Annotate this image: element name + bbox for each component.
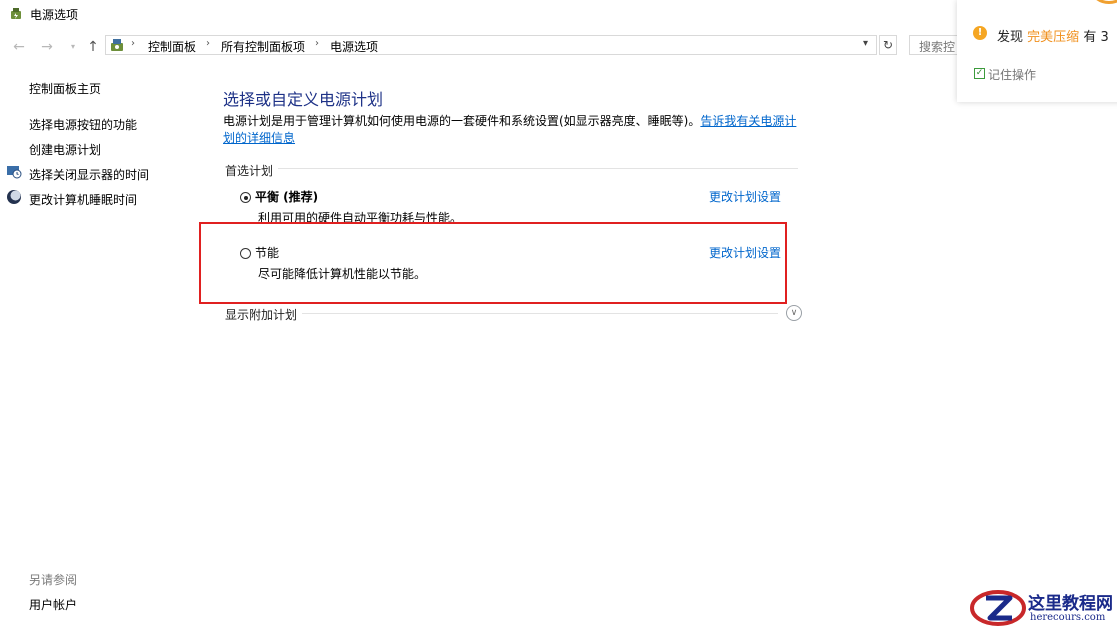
watermark-url: herecours.com [1030,612,1106,623]
refresh-button[interactable]: ↻ [879,35,897,55]
see-also-label: 另请参阅 [29,573,78,587]
page-title: 选择或自定义电源计划 [223,90,384,109]
page-description: 电源计划是用于管理计算机如何使用电源的一套硬件和系统设置(如显示器亮度、睡眠等)… [223,114,797,145]
moon-icon [7,190,21,204]
address-dropdown-icon[interactable]: ▾ [863,38,868,49]
back-button[interactable]: ← [10,38,28,56]
chevron-down-icon: ▾ [70,42,75,51]
radio-selected-dot [243,195,248,200]
notification-popup: ! 发现 完美压缩 有 3 ✓ 记住操作 [957,0,1117,102]
refresh-icon: ↻ [882,38,894,52]
watermark: 这里教程网 herecours.com [968,586,1117,630]
control-panel-icon [111,39,123,51]
arrow-left-icon: ← [13,39,25,55]
see-also-user-accounts[interactable]: 用户帐户 [29,596,77,613]
sidebar-item-sleep-time[interactable]: 更改计算机睡眠时间 [29,191,137,208]
show-additional-plans-label[interactable]: 显示附加计划 [225,306,297,323]
title-bar: 电源选项 [0,0,1117,30]
plan-balanced-name[interactable]: 平衡 (推荐) [255,188,318,205]
check-icon: ✓ [975,68,984,78]
watermark-title: 这里教程网 [1028,594,1113,614]
up-button[interactable]: ↑ [84,38,102,56]
expand-additional-plans-button[interactable]: ∨ [786,305,802,321]
popup-message: 发现 完美压缩 有 3 [997,30,1109,45]
section-divider [278,168,798,169]
breadcrumb-control-panel[interactable]: 控制面板 [148,38,196,55]
window-title: 电源选项 [30,8,79,22]
popup-corner-decoration [1087,0,1117,4]
sidebar-control-panel-home[interactable]: 控制面板主页 [29,80,101,97]
watermark-logo-icon [970,590,1026,626]
popup-app-name[interactable]: 完美压缩 [1027,30,1079,45]
sidebar-item-create-plan[interactable]: 创建电源计划 [29,141,101,158]
remember-label[interactable]: 记住操作 [988,66,1036,83]
highlight-box [199,222,787,304]
monitor-clock-icon [7,166,22,179]
preferred-plans-label: 首选计划 [225,164,274,178]
sidebar-item-display-off[interactable]: 选择关闭显示器的时间 [29,166,149,183]
breadcrumb-all-items[interactable]: 所有控制面板项 [221,38,305,55]
address-bar[interactable]: › 控制面板 › 所有控制面板项 › 电源选项 ▾ [105,35,877,55]
chevron-down-icon: ∨ [790,308,798,318]
recent-locations-button[interactable]: ▾ [64,38,82,56]
plan-balanced-radio[interactable] [240,192,251,203]
info-icon: ! [973,26,987,40]
plan-balanced-change-link[interactable]: 更改计划设置 [709,188,781,205]
arrow-up-icon: ↑ [87,39,99,55]
section-divider [302,313,778,314]
breadcrumb-power-options[interactable]: 电源选项 [330,38,378,55]
arrow-right-icon: → [41,39,53,55]
power-options-icon [11,8,21,19]
search-placeholder: 搜索控 [919,40,956,54]
forward-button[interactable]: → [38,38,56,56]
remember-checkbox[interactable]: ✓ [974,68,985,79]
sidebar-item-power-button[interactable]: 选择电源按钮的功能 [29,116,137,133]
